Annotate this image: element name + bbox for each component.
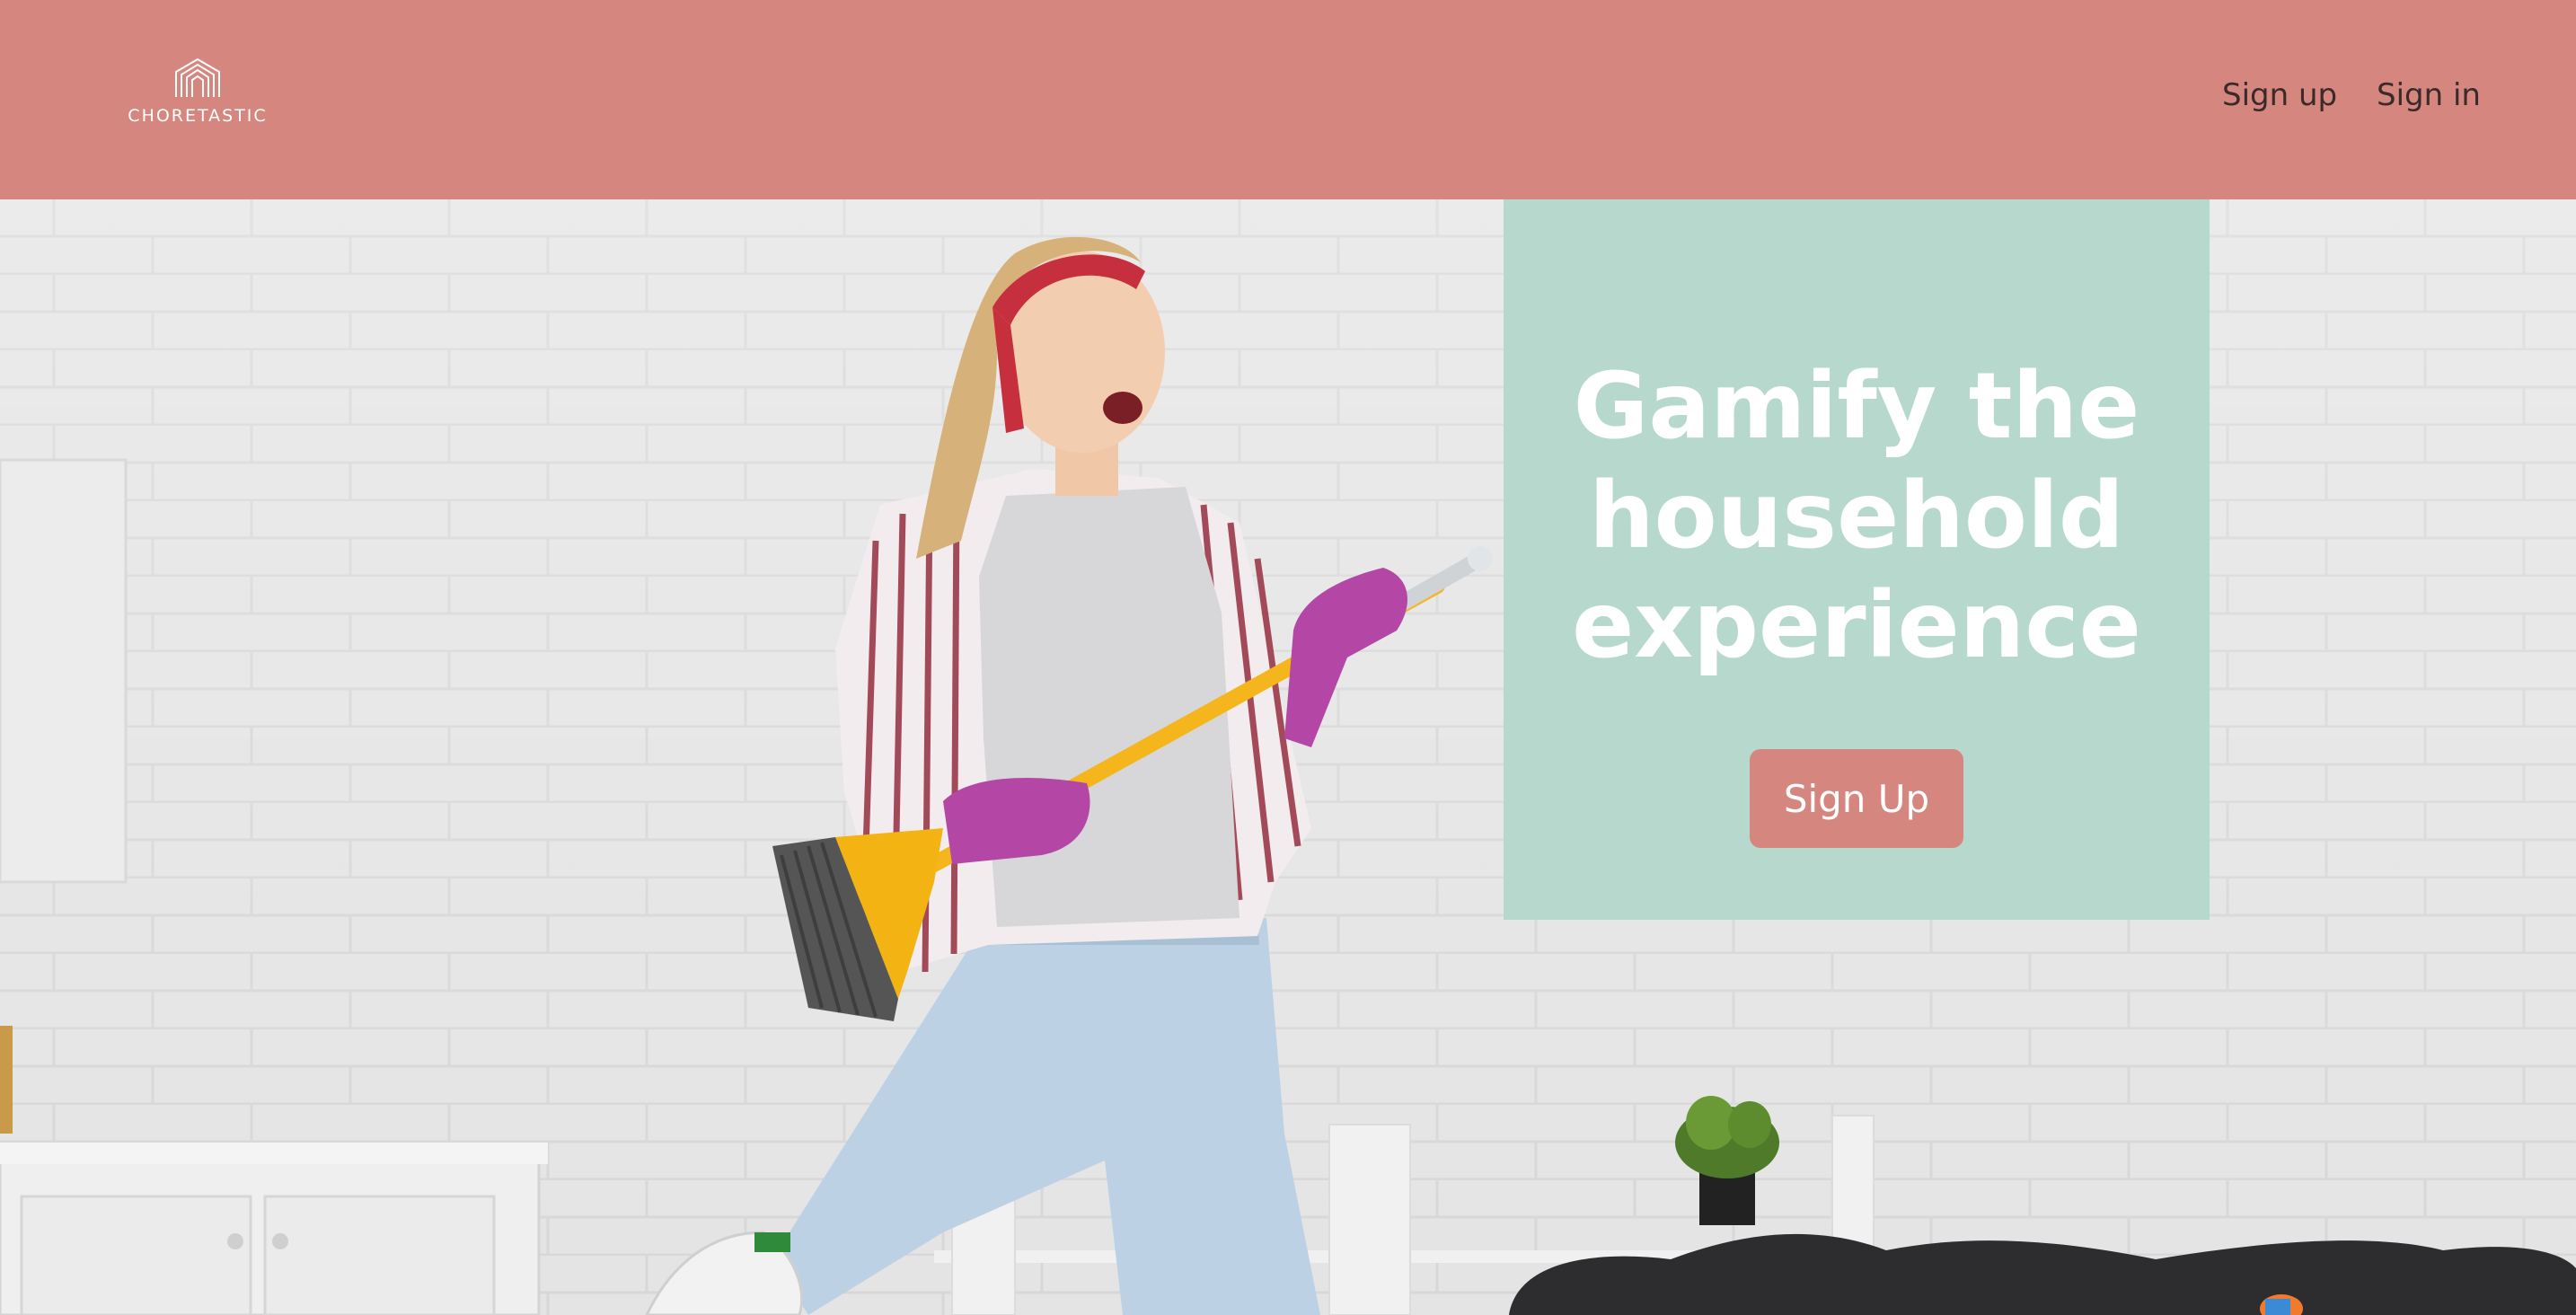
hero-cta-panel: Gamify the household experience Sign Up — [1504, 199, 2210, 920]
hero-sign-up-button[interactable]: Sign Up — [1750, 749, 1963, 848]
hero-headline-line-1: Gamify the — [1573, 353, 2140, 460]
brand-logo[interactable]: CHORETASTIC — [126, 56, 269, 137]
nav-sign-up-link[interactable]: Sign up — [2222, 77, 2337, 113]
hero-headline-line-3: experience — [1572, 572, 2141, 679]
nav-sign-in-link[interactable]: Sign in — [2377, 77, 2481, 113]
site-header: CHORETASTIC Sign up Sign in — [0, 0, 2576, 199]
hero-headline: Gamify the household experience — [1504, 352, 2210, 681]
hero-headline-line-2: household — [1589, 463, 2124, 569]
house-lines-icon — [175, 57, 220, 97]
brand-name: CHORETASTIC — [128, 106, 268, 126]
